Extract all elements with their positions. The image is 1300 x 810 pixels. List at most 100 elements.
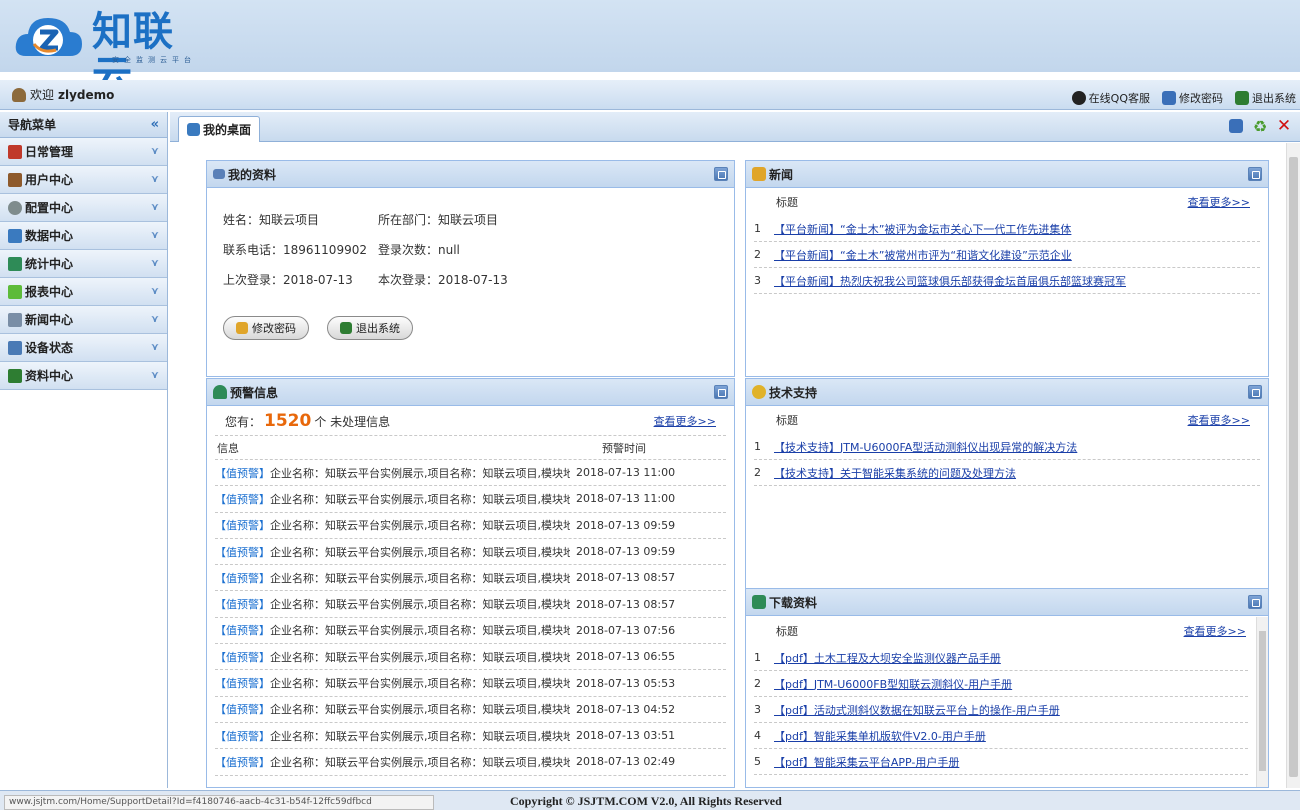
chevron-down-icon: ⋎ bbox=[150, 230, 159, 241]
tab-my-desktop[interactable]: 我的桌面 bbox=[178, 116, 261, 142]
download-item-link[interactable]: 【pdf】智能采集云平台APP-用户手册 bbox=[774, 754, 959, 770]
qq-penguin-icon bbox=[1071, 91, 1086, 105]
support-more-link[interactable]: 查看更多>> bbox=[1188, 412, 1250, 428]
download-item-link[interactable]: 【pdf】活动式测斜仪数据在知联云平台上的操作-用户手册 bbox=[774, 702, 1060, 718]
users-icon bbox=[8, 172, 22, 187]
refresh-icon[interactable]: ♻ bbox=[1252, 117, 1268, 136]
alarm-row[interactable]: 【值预警】企业名称：知联云平台实例展示,项目名称：知联云项目,模块地址：1,测.… bbox=[215, 460, 726, 487]
alarm-tag[interactable]: 【值预警】 bbox=[215, 622, 270, 638]
alarm-time: 2018-07-13 03:51 bbox=[576, 729, 676, 743]
logout-button[interactable]: 退出系统 bbox=[327, 316, 413, 340]
alarm-tag[interactable]: 【值预警】 bbox=[215, 491, 270, 507]
sidebar-item-report-center[interactable]: 报表中心 ⋎ bbox=[0, 278, 167, 306]
change-password-button[interactable]: 修改密码 bbox=[223, 316, 309, 340]
alarm-row[interactable]: 【值预警】企业名称：知联云平台实例展示,项目名称：知联云项目,模块地址：1,测.… bbox=[215, 723, 726, 750]
alarm-row[interactable]: 【值预警】企业名称：知联云平台实例展示,项目名称：知联云项目,模块地址：1,测.… bbox=[215, 486, 726, 513]
scrollbar-thumb[interactable] bbox=[1289, 157, 1298, 777]
collapse-panel-button[interactable] bbox=[714, 385, 728, 399]
alarm-tag[interactable]: 【值预警】 bbox=[215, 728, 270, 744]
sidebar-item-config-center[interactable]: 配置中心 ⋎ bbox=[0, 194, 167, 222]
sidebar-item-documents-center[interactable]: 资料中心 ⋎ bbox=[0, 362, 167, 390]
collapse-panel-button[interactable] bbox=[714, 167, 728, 181]
alarm-summary: 您有： 1520 个 未处理信息 bbox=[225, 411, 390, 431]
sidebar-item-user-center[interactable]: 用户中心 ⋎ bbox=[0, 166, 167, 194]
chevron-down-icon: ⋎ bbox=[150, 370, 159, 381]
megaphone-icon bbox=[752, 167, 766, 181]
close-icon[interactable]: ✕ bbox=[1276, 116, 1292, 136]
logout-link[interactable]: 退出系统 bbox=[1235, 90, 1296, 106]
collapse-sidebar-button[interactable]: « bbox=[151, 117, 159, 132]
chevron-down-icon: ⋎ bbox=[150, 146, 159, 157]
download-item-link[interactable]: 【pdf】JTM-U6000FB型知联云测斜仪-用户手册 bbox=[774, 676, 1012, 692]
download-item-link[interactable]: 【pdf】土木工程及大坝安全监测仪器产品手册 bbox=[774, 650, 1001, 666]
news-panel: 新闻 标题 查看更多>> 1 【平台新闻】“金土木”被评为金坛市关心下一代工作先进集… bbox=[745, 160, 1269, 377]
alarm-tag[interactable]: 【值预警】 bbox=[215, 701, 270, 717]
report-icon bbox=[8, 284, 22, 299]
alarm-text: 企业名称：知联云平台实例展示,项目名称：知联云项目,模块地址：1,测... bbox=[270, 650, 570, 664]
alarm-row[interactable]: 【值预警】企业名称：知联云平台实例展示,项目名称：知联云项目,模块地址：1,测.… bbox=[215, 749, 726, 776]
support-column-title: 标题 bbox=[776, 414, 798, 427]
alarm-tag[interactable]: 【值预警】 bbox=[215, 754, 270, 770]
alarm-row[interactable]: 【值预警】企业名称：知联云平台实例展示,项目名称：知联云项目,模块地址：1,测.… bbox=[215, 591, 726, 618]
main-scrollbar[interactable] bbox=[1286, 143, 1300, 788]
sidebar-item-data-center[interactable]: 数据中心 ⋎ bbox=[0, 222, 167, 250]
username: zlydemo bbox=[58, 87, 115, 102]
alarm-row[interactable]: 【值预警】企业名称：知联云平台实例展示,项目名称：知联云项目,模块地址：1,测.… bbox=[215, 513, 726, 539]
scrollbar-thumb[interactable] bbox=[1259, 631, 1266, 771]
sidebar-item-device-status[interactable]: 设备状态 ⋎ bbox=[0, 334, 167, 362]
downloads-more-link[interactable]: 查看更多>> bbox=[1184, 623, 1246, 639]
collapse-panel-button[interactable] bbox=[1248, 385, 1262, 399]
alarm-tag[interactable]: 【值预警】 bbox=[215, 649, 270, 665]
tab-bar: 我的桌面 ♻ ✕ bbox=[170, 112, 1300, 142]
alarm-row[interactable]: 【值预警】企业名称：知联云平台实例展示,项目名称：知联云项目,模块地址：1,测.… bbox=[215, 644, 726, 671]
downloads-panel: 下载资料 标题 查看更多>> 1 【pdf】土木工程及大坝安全监测仪器产品手册 2 【… bbox=[745, 588, 1269, 788]
news-item-link[interactable]: 【平台新闻】“金土木”被评为金坛市关心下一代工作先进集体 bbox=[774, 221, 1071, 237]
alarm-row[interactable]: 【值预警】企业名称：知联云平台实例展示,项目名称：知联云项目,模块地址：1,测.… bbox=[215, 618, 726, 645]
sidebar-item-news-center[interactable]: 新闻中心 ⋎ bbox=[0, 306, 167, 334]
alarm-more-link[interactable]: 查看更多>> bbox=[654, 413, 716, 429]
window-icon[interactable] bbox=[1228, 118, 1244, 134]
copyright: Copyright © JSJTM.COM V2.0, All Rights R… bbox=[510, 794, 782, 808]
download-item-link[interactable]: 【pdf】智能采集单机版软件V2.0-用户手册 bbox=[774, 728, 986, 744]
alarm-prefix: 您有： bbox=[225, 414, 262, 429]
sidebar-item-daily-management[interactable]: 日常管理 ⋎ bbox=[0, 138, 167, 166]
support-item-link[interactable]: 【技术支持】关于智能采集系统的问题及处理方法 bbox=[774, 465, 1016, 481]
exit-door-icon bbox=[340, 322, 352, 334]
alarm-row[interactable]: 【值预警】企业名称：知联云平台实例展示,项目名称：知联云项目,模块地址：1,测.… bbox=[215, 697, 726, 723]
news-item-link[interactable]: 【平台新闻】热烈庆祝我公司篮球俱乐部获得金坛首届俱乐部篮球赛冠军 bbox=[774, 273, 1126, 289]
alarm-row[interactable]: 【值预警】企业名称：知联云平台实例展示,项目名称：知联云项目,模块地址：1,测.… bbox=[215, 670, 726, 697]
news-more-link[interactable]: 查看更多>> bbox=[1188, 194, 1250, 210]
sidebar-title: 导航菜单 bbox=[8, 118, 57, 132]
welcome-prefix: 欢迎 bbox=[30, 88, 55, 102]
alarm-tag[interactable]: 【值预警】 bbox=[215, 465, 270, 481]
tab-tools: ♻ ✕ bbox=[1228, 116, 1292, 136]
news-item-link[interactable]: 【平台新闻】“金土木”被常州市评为“和谐文化建设”示范企业 bbox=[774, 247, 1072, 263]
change-password-link[interactable]: 修改密码 bbox=[1162, 90, 1223, 106]
alarm-row[interactable]: 【值预警】企业名称：知联云平台实例展示,项目名称：知联云项目,模块地址：1,测.… bbox=[215, 539, 726, 566]
alarm-tag[interactable]: 【值预警】 bbox=[215, 544, 270, 560]
news-panel-title: 新闻 bbox=[769, 167, 794, 182]
collapse-panel-button[interactable] bbox=[1248, 595, 1262, 609]
alarm-row[interactable]: 【值预警】企业名称：知联云平台实例展示,项目名称：知联云项目,模块地址：1,测.… bbox=[215, 565, 726, 592]
desktop-content: 我的资料 姓名：知联云项目 所在部门：知联云项目 联系电话：18961109902… bbox=[170, 143, 1286, 788]
desktop-icon bbox=[187, 123, 200, 136]
alarm-tag[interactable]: 【值预警】 bbox=[215, 596, 270, 612]
alarm-col-time: 预警时间 bbox=[602, 441, 646, 455]
downloads-scrollbar[interactable] bbox=[1256, 617, 1268, 787]
alarm-tag[interactable]: 【值预警】 bbox=[215, 517, 270, 533]
sidebar-item-label: 报表中心 bbox=[25, 285, 74, 299]
logout-label: 退出系统 bbox=[1252, 92, 1296, 105]
alarm-tag[interactable]: 【值预警】 bbox=[215, 570, 270, 586]
download-arrow-icon bbox=[752, 595, 766, 609]
sidebar-item-statistics-center[interactable]: 统计中心 ⋎ bbox=[0, 250, 167, 278]
profile-panel-header: 我的资料 bbox=[207, 161, 734, 188]
alarm-tag[interactable]: 【值预警】 bbox=[215, 675, 270, 691]
profile-login-count: 登录次数：null bbox=[378, 242, 460, 257]
support-item-link[interactable]: 【技术支持】JTM-U6000FA型活动测斜仪出现异常的解决方法 bbox=[774, 439, 1077, 455]
alarm-text: 企业名称：知联云平台实例展示,项目名称：知联云项目,模块地址：1,测... bbox=[270, 677, 570, 691]
brand-logo[interactable]: 知联云 安全监测云平台 bbox=[12, 4, 200, 98]
qq-support-link[interactable]: 在线QQ客服 bbox=[1071, 90, 1150, 106]
collapse-panel-button[interactable] bbox=[1248, 167, 1262, 181]
alarm-text: 企业名称：知联云平台实例展示,项目名称：知联云项目,模块地址：1,测... bbox=[270, 545, 570, 559]
alarm-time: 2018-07-13 07:56 bbox=[576, 623, 676, 637]
